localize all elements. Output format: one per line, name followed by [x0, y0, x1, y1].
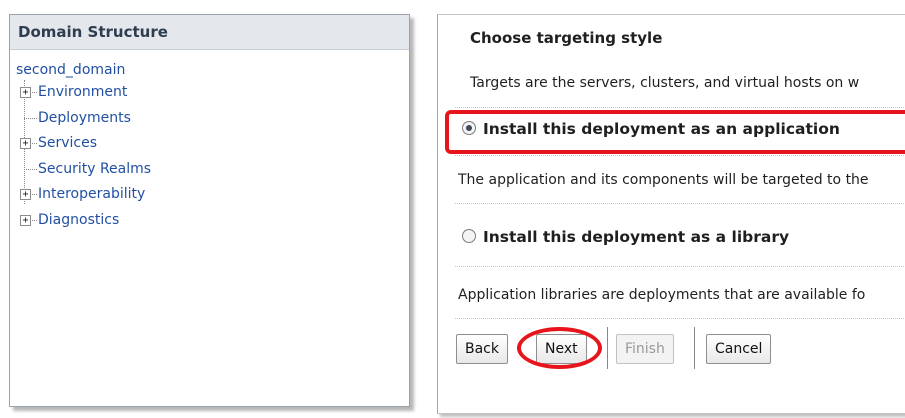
tree-item-deployments[interactable]: Deployments	[16, 106, 409, 132]
tree-connector	[24, 168, 37, 170]
divider	[455, 155, 905, 156]
tree-item-diagnostics[interactable]: + Diagnostics	[16, 208, 409, 234]
back-button[interactable]: Back	[456, 334, 508, 364]
option-library[interactable]: Install this deployment as a library	[462, 228, 789, 246]
tree-root-second-domain[interactable]: second_domain	[16, 60, 409, 80]
divider	[455, 107, 905, 108]
button-separator	[694, 327, 695, 369]
radio-unchecked-icon[interactable]	[462, 229, 476, 243]
finish-button[interactable]: Finish	[616, 334, 674, 364]
option-label[interactable]: Install this deployment as a library	[483, 228, 789, 246]
button-separator	[607, 327, 608, 369]
highlight-annotation	[445, 110, 905, 154]
divider	[455, 318, 905, 319]
tree-item-services[interactable]: + Services	[16, 131, 409, 157]
tree-connector	[30, 92, 37, 93]
tree-item-label[interactable]: Interoperability	[38, 186, 145, 202]
tree-item-label[interactable]: Security Realms	[38, 161, 151, 177]
panel-title: Domain Structure	[10, 15, 409, 50]
tree-item-label[interactable]: Services	[38, 135, 97, 151]
option-application-detail: The application and its components will …	[458, 172, 869, 188]
targeting-description: Targets are the servers, clusters, and v…	[470, 75, 860, 91]
tree-connector	[30, 143, 37, 144]
domain-structure-panel: Domain Structure second_domain + Environ…	[9, 14, 410, 407]
tree-item-label[interactable]: Diagnostics	[38, 212, 119, 228]
divider	[455, 203, 905, 204]
section-title: Choose targeting style	[470, 29, 663, 47]
domain-tree: second_domain + Environment Deployments …	[10, 50, 409, 233]
tree-connector	[24, 117, 37, 119]
option-library-detail: Application libraries are deployments th…	[458, 287, 866, 303]
divider	[455, 266, 905, 267]
tree-item-environment[interactable]: + Environment	[16, 80, 409, 106]
next-button[interactable]: Next	[536, 334, 587, 364]
tree-item-interoperability[interactable]: + Interoperability	[16, 182, 409, 208]
tree-children: + Environment Deployments + Services Sec…	[16, 80, 409, 233]
tree-item-label[interactable]: Deployments	[38, 110, 131, 126]
tree-connector	[30, 219, 37, 221]
cancel-button[interactable]: Cancel	[706, 334, 772, 364]
tree-item-security-realms[interactable]: Security Realms	[16, 157, 409, 183]
tree-item-label[interactable]: Environment	[38, 84, 127, 100]
tree-connector	[30, 194, 37, 195]
